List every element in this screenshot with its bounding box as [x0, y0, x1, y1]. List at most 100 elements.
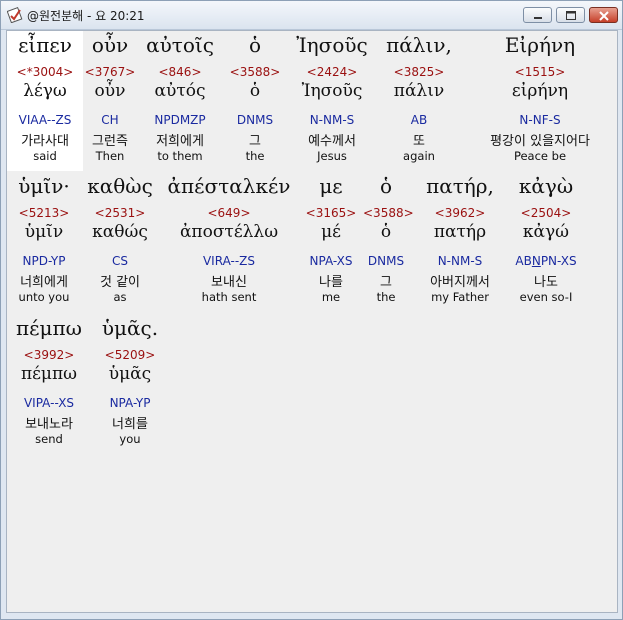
- greek-word: καθὼς: [87, 174, 153, 198]
- morph-code: NPA-YP: [109, 396, 151, 410]
- greek-word: πάλιν,: [386, 33, 452, 57]
- greek-word: Εἰρήνη: [504, 33, 576, 57]
- strong-number: <3992>: [23, 348, 75, 362]
- strong-number: <3588>: [363, 206, 414, 220]
- korean-gloss: 보내신: [211, 275, 247, 290]
- title-bar[interactable]: @원전분해 - 요 20:21: [1, 1, 622, 30]
- word-column[interactable]: πατήρ, <3962> πατήρ N-NM-S 아버지께서 my Father: [409, 172, 511, 312]
- english-gloss: said: [33, 149, 57, 163]
- maximize-button[interactable]: [556, 7, 585, 23]
- greek-word: ὁ: [248, 33, 262, 57]
- greek-word: Ἰησοῦς: [296, 33, 368, 57]
- word-column[interactable]: Ἰησοῦς <2424> Ἰησοῦς N-NM-S 예수께서 Jesus: [287, 31, 377, 171]
- interlinear-pane: εἶπεν <*3004> λέγω VIAA--ZS 가라사대 said οὖν <3767…: [6, 30, 618, 613]
- strong-number: <2424>: [306, 65, 358, 79]
- greek-word: ἀπέσταλκέν: [167, 174, 291, 198]
- greek-word: αὐτοῖς: [146, 33, 214, 57]
- strong-number: <3588>: [229, 65, 281, 79]
- lemma-form: πέμπω: [20, 364, 78, 384]
- english-gloss: unto you: [18, 290, 70, 304]
- minimize-button[interactable]: [523, 7, 552, 23]
- english-gloss: you: [119, 432, 141, 446]
- korean-gloss: 또: [413, 134, 425, 149]
- morph-code: DNMS: [367, 254, 405, 268]
- strong-number: <*3004>: [16, 65, 74, 79]
- korean-gloss: 가라사대: [21, 134, 69, 149]
- lemma-form: καθώς: [92, 222, 148, 242]
- english-gloss: the: [245, 149, 265, 163]
- verse-line: εἶπεν <*3004> λέγω VIAA--ZS 가라사대 said οὖν <3767…: [7, 31, 619, 171]
- english-gloss: as: [113, 290, 127, 304]
- morph-code: N-NM-S: [309, 113, 355, 127]
- korean-gloss: 너희를: [112, 417, 148, 432]
- greek-word: με: [319, 174, 343, 198]
- strong-number: <649>: [207, 206, 251, 220]
- korean-gloss: 아버지께서: [430, 275, 490, 290]
- window-title: @원전분해 - 요 20:21: [27, 9, 145, 23]
- word-column[interactable]: με <3165> μέ NPA-XS 나를 me: [299, 172, 363, 312]
- english-gloss: to them: [157, 149, 203, 163]
- morph-code: VIPA--XS: [23, 396, 75, 410]
- document-check-icon: [6, 7, 23, 24]
- morph-code: NPA-XS: [309, 254, 353, 268]
- lemma-form: ὑμᾶς: [108, 364, 152, 384]
- english-gloss: the: [376, 290, 396, 304]
- strong-number: <3962>: [434, 206, 486, 220]
- word-column[interactable]: πέμπω <3992> πέμπω VIPA--XS 보내노라 send: [7, 314, 91, 454]
- word-column[interactable]: οὖν <3767> οὖν CH 그런즉 Then: [83, 31, 137, 171]
- greek-word: ὁ: [379, 174, 393, 198]
- word-column[interactable]: ὑμῖν· <5213> ὑμῖν NPD-YP 너희에게 unto you: [7, 172, 81, 312]
- close-button[interactable]: [589, 7, 618, 23]
- english-gloss: send: [35, 432, 63, 446]
- english-gloss: Peace be: [513, 149, 567, 163]
- korean-gloss: 그: [380, 275, 392, 290]
- lemma-form: εἰρήνη: [511, 81, 569, 101]
- morph-code: CS: [112, 254, 128, 268]
- greek-word: εἶπεν: [18, 33, 72, 57]
- korean-gloss: 그런즉: [92, 134, 128, 149]
- korean-gloss: 예수께서: [308, 134, 356, 149]
- english-gloss: even so-I: [519, 290, 573, 304]
- lemma-form: ὁ: [249, 81, 261, 101]
- greek-word: ὑμῖν·: [18, 174, 70, 198]
- word-column[interactable]: ἀπέσταλκέν <649> ἀποστέλλω VIRA--ZS 보내신 hath …: [159, 172, 299, 312]
- lemma-form: κἀγώ: [522, 222, 570, 242]
- morph-code: N-NM-S: [437, 254, 483, 268]
- korean-gloss: 것 같이: [99, 275, 140, 290]
- greek-word: πέμπω: [16, 316, 82, 340]
- korean-gloss: 그: [249, 134, 261, 149]
- english-gloss: Jesus: [317, 149, 347, 163]
- morph-code: DNMS: [236, 113, 274, 127]
- morph-code: CH: [101, 113, 119, 127]
- korean-gloss: 저희에게: [156, 134, 204, 149]
- morph-code: VIRA--ZS: [202, 254, 256, 268]
- morph-code: VIAA--ZS: [18, 113, 72, 127]
- korean-gloss: 나를: [319, 275, 343, 290]
- korean-gloss: 나도: [534, 275, 558, 290]
- lemma-form: λέγω: [23, 81, 67, 101]
- word-column[interactable]: ὑμᾶς. <5209> ὑμᾶς NPA-YP 너희를 you: [91, 314, 169, 454]
- word-column[interactable]: κἀγὼ <2504> κἀγώ ABNPN-XS 나도 even so-I: [511, 172, 581, 312]
- lemma-form: μέ: [321, 222, 341, 242]
- strong-number: <2504>: [520, 206, 572, 220]
- interlinear-window: @원전분해 - 요 20:21 εἶπεν <*3004> λέγω VIAA--ZS…: [0, 0, 623, 620]
- word-column[interactable]: αὐτοῖς <846> αὐτός NPDMZP 저희에게 to them: [137, 31, 223, 171]
- word-column[interactable]: πάλιν, <3825> πάλιν AB 또 again: [377, 31, 461, 171]
- lemma-form: αὐτός: [154, 81, 206, 101]
- lemma-form: πάλιν: [393, 81, 445, 101]
- greek-word: ὑμᾶς.: [101, 316, 159, 340]
- morph-code: NPDMZP: [154, 113, 206, 127]
- word-column[interactable]: Εἰρήνη <1515> εἰρήνη N-NF-S 평강이 있을지어다 Peace b…: [461, 31, 619, 171]
- lemma-form: Ἰησοῦς: [301, 81, 363, 101]
- word-column[interactable]: καθὼς <2531> καθώς CS 것 같이 as: [81, 172, 159, 312]
- english-gloss: Then: [95, 149, 125, 163]
- strong-number: <846>: [158, 65, 202, 79]
- strong-number: <1515>: [514, 65, 566, 79]
- lemma-form: πατήρ: [433, 222, 487, 242]
- verse-line: ὑμῖν· <5213> ὑμῖν NPD-YP 너희에게 unto you καθὼς <2…: [7, 172, 619, 312]
- word-column[interactable]: ὁ <3588> ὁ DNMS 그 the: [223, 31, 287, 171]
- verse-line: πέμπω <3992> πέμπω VIPA--XS 보내노라 send ὑμᾶς. <52…: [7, 314, 619, 454]
- morph-code: AB: [410, 113, 428, 127]
- word-column[interactable]: εἶπεν <*3004> λέγω VIAA--ZS 가라사대 said: [7, 31, 83, 171]
- word-column[interactable]: ὁ <3588> ὁ DNMS 그 the: [363, 172, 414, 312]
